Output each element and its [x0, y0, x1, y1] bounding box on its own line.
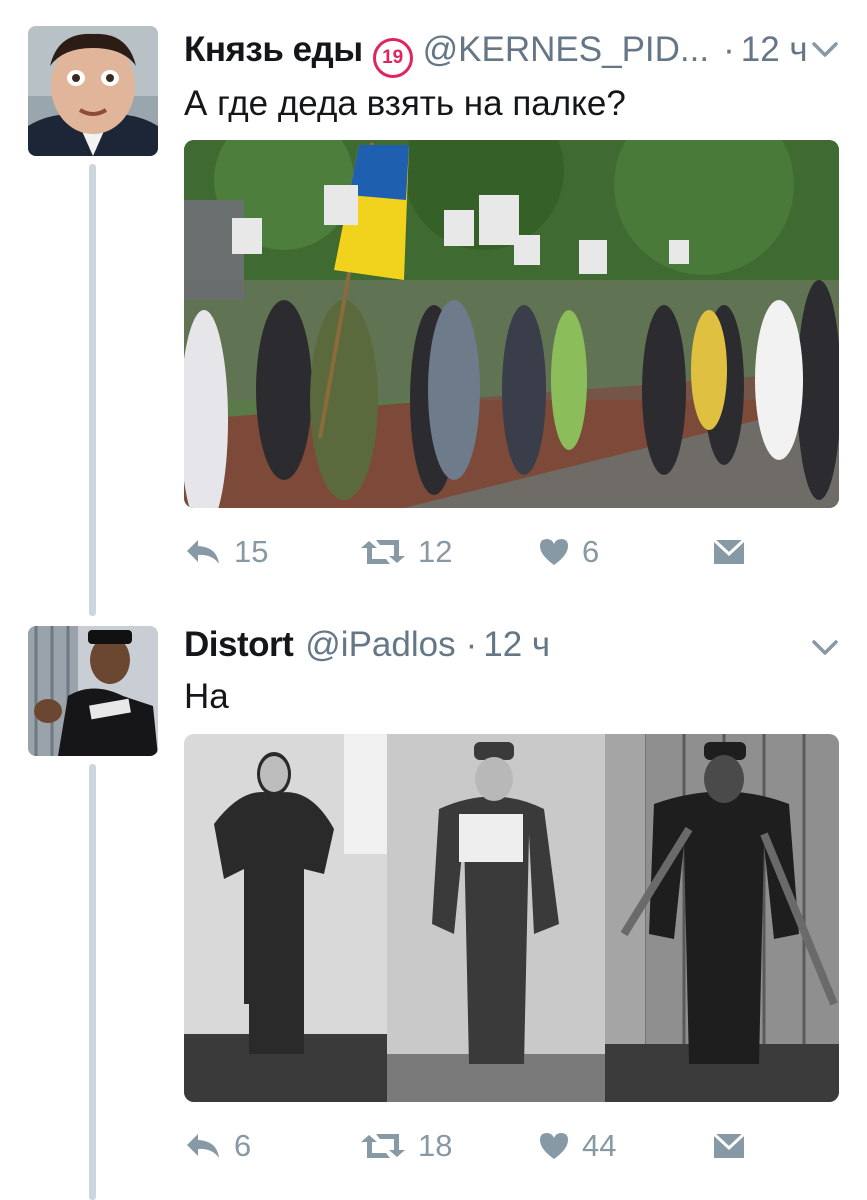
- heart-icon: [540, 1133, 568, 1159]
- avatar[interactable]: [28, 626, 158, 756]
- handle[interactable]: @KERNES_PID...: [423, 30, 709, 70]
- tweet-header: Князь еды 19 @KERNES_PID... · 12 ч: [184, 30, 808, 78]
- retweet-icon: [361, 1134, 405, 1158]
- reply-count: 6: [234, 1128, 252, 1163]
- age-badge: 19: [372, 38, 413, 78]
- message-icon: [712, 1131, 746, 1158]
- retweet-count: 18: [418, 1128, 453, 1163]
- display-name[interactable]: Князь еды: [184, 30, 363, 70]
- tweet-photo[interactable]: [184, 734, 839, 1102]
- avatar[interactable]: [28, 26, 158, 156]
- thread-line-1: [89, 164, 96, 616]
- reply-action[interactable]: 15: [184, 534, 268, 570]
- reply-count: 15: [234, 534, 269, 569]
- retweet-icon: [361, 540, 405, 564]
- heart-icon: [540, 539, 568, 565]
- direct-message-action[interactable]: [712, 537, 746, 567]
- tweet-actions: 6 18 44: [184, 1126, 746, 1166]
- tweet-text: На: [184, 677, 229, 716]
- like-count: 44: [582, 1128, 617, 1163]
- reply-action[interactable]: 6: [184, 1128, 251, 1164]
- retweet-action[interactable]: 18: [360, 1128, 452, 1164]
- message-icon: [712, 537, 746, 564]
- like-action[interactable]: 44: [538, 1128, 616, 1164]
- tweet-text: А где деда взять на палке?: [184, 84, 626, 123]
- tweet-actions: 15 12 6: [184, 532, 746, 572]
- reply-icon: [187, 540, 219, 564]
- direct-message-action[interactable]: [712, 1131, 746, 1161]
- display-name[interactable]: Distort: [184, 625, 294, 665]
- retweet-action[interactable]: 12: [360, 534, 452, 570]
- timestamp[interactable]: 12 ч: [741, 30, 808, 70]
- tweet-header: Distort @iPadlos · 12 ч: [184, 625, 550, 665]
- chevron-down-icon[interactable]: [811, 638, 839, 658]
- like-action[interactable]: 6: [538, 534, 599, 570]
- retweet-count: 12: [418, 534, 453, 569]
- like-count: 6: [582, 534, 600, 569]
- tweet-photo[interactable]: [184, 140, 839, 508]
- timestamp[interactable]: 12 ч: [483, 625, 550, 665]
- chevron-down-icon[interactable]: [811, 40, 839, 60]
- thread-line-2: [89, 764, 96, 1200]
- separator-dot: ·: [465, 625, 478, 664]
- separator-dot: ·: [723, 30, 735, 69]
- handle[interactable]: @iPadlos: [305, 625, 455, 665]
- reply-icon: [187, 1134, 219, 1158]
